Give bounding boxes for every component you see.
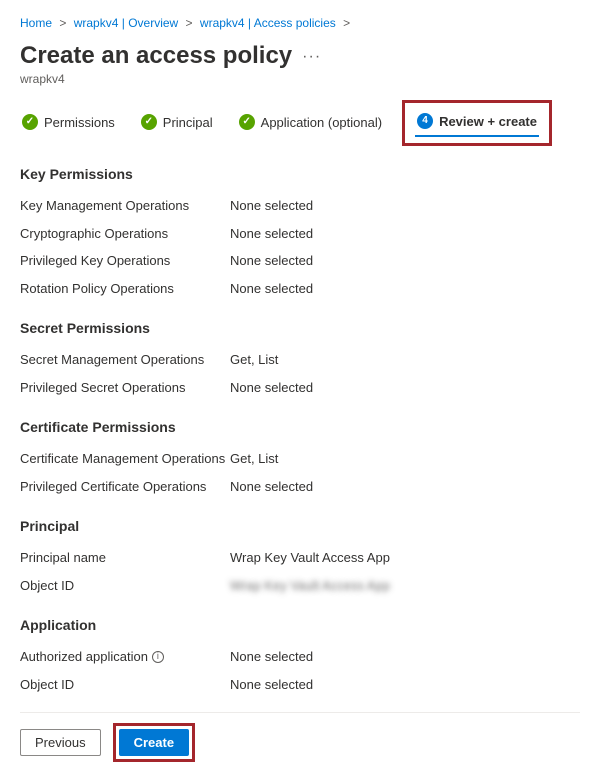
summary-label: Authorized application i (20, 647, 230, 667)
breadcrumb-link-overview[interactable]: wrapkv4 | Overview (74, 16, 178, 30)
summary-label: Certificate Management Operations (20, 449, 230, 469)
section-title-application: Application (20, 617, 580, 633)
wizard-footer: Previous Create (20, 712, 580, 762)
summary-value: None selected (230, 675, 313, 695)
summary-label: Privileged Key Operations (20, 251, 230, 271)
tab-label: Application (optional) (261, 115, 382, 130)
summary-value: Wrap Key Vault Access App (230, 548, 390, 568)
summary-value: Get, List (230, 350, 278, 370)
summary-row: Object ID None selected (20, 671, 580, 699)
check-icon: ✓ (239, 114, 255, 130)
info-icon[interactable]: i (152, 651, 164, 663)
summary-row: Privileged Secret Operations None select… (20, 374, 580, 402)
summary-row: Authorized application i None selected (20, 643, 580, 671)
summary-value: None selected (230, 279, 313, 299)
summary-row: Cryptographic Operations None selected (20, 220, 580, 248)
breadcrumb-separator: > (59, 16, 66, 30)
breadcrumb-separator: > (343, 16, 350, 30)
summary-label: Privileged Secret Operations (20, 378, 230, 398)
highlight-box-create: Create (113, 723, 195, 762)
check-icon: ✓ (141, 114, 157, 130)
tab-review-create[interactable]: 4 Review + create (415, 109, 539, 135)
create-button[interactable]: Create (119, 729, 189, 756)
section-title-certificate-permissions: Certificate Permissions (20, 419, 580, 435)
summary-value: None selected (230, 196, 313, 216)
tab-permissions[interactable]: ✓ Permissions (20, 110, 117, 136)
page-subtitle: wrapkv4 (20, 72, 580, 86)
summary-label: Key Management Operations (20, 196, 230, 216)
section-title-secret-permissions: Secret Permissions (20, 320, 580, 336)
previous-button[interactable]: Previous (20, 729, 101, 756)
summary-label: Rotation Policy Operations (20, 279, 230, 299)
breadcrumb-link-access-policies[interactable]: wrapkv4 | Access policies (200, 16, 336, 30)
summary-value: None selected (230, 224, 313, 244)
summary-value: None selected (230, 647, 313, 667)
summary-label: Secret Management Operations (20, 350, 230, 370)
summary-row: Object ID Wrap Key Vault Access App (20, 572, 580, 600)
summary-value: Get, List (230, 449, 278, 469)
summary-value-redacted: Wrap Key Vault Access App (230, 576, 390, 596)
summary-value: None selected (230, 251, 313, 271)
summary-row: Certificate Management Operations Get, L… (20, 445, 580, 473)
summary-label: Object ID (20, 675, 230, 695)
check-icon: ✓ (22, 114, 38, 130)
breadcrumb-separator: > (186, 16, 193, 30)
summary-label: Object ID (20, 576, 230, 596)
summary-row: Privileged Certificate Operations None s… (20, 473, 580, 501)
breadcrumb: Home > wrapkv4 | Overview > wrapkv4 | Ac… (20, 16, 580, 30)
tab-label: Principal (163, 115, 213, 130)
section-title-principal: Principal (20, 518, 580, 534)
breadcrumb-link-home[interactable]: Home (20, 16, 52, 30)
step-number-icon: 4 (417, 113, 433, 129)
section-title-key-permissions: Key Permissions (20, 166, 580, 182)
summary-row: Key Management Operations None selected (20, 192, 580, 220)
title-more-icon[interactable]: ··· (302, 42, 321, 66)
summary-row: Rotation Policy Operations None selected (20, 275, 580, 303)
tab-application[interactable]: ✓ Application (optional) (237, 110, 384, 136)
tab-label: Review + create (439, 114, 537, 129)
highlight-box-tab: 4 Review + create (402, 100, 552, 146)
tab-principal[interactable]: ✓ Principal (139, 110, 215, 136)
page-title: Create an access policy (20, 42, 292, 70)
summary-value: None selected (230, 477, 313, 497)
tab-label: Permissions (44, 115, 115, 130)
summary-row: Privileged Key Operations None selected (20, 247, 580, 275)
summary-row: Principal name Wrap Key Vault Access App (20, 544, 580, 572)
summary-label: Principal name (20, 548, 230, 568)
summary-row: Secret Management Operations Get, List (20, 346, 580, 374)
summary-value: None selected (230, 378, 313, 398)
summary-label: Cryptographic Operations (20, 224, 230, 244)
summary-label: Privileged Certificate Operations (20, 477, 230, 497)
wizard-tabs: ✓ Permissions ✓ Principal ✓ Application … (20, 108, 580, 138)
